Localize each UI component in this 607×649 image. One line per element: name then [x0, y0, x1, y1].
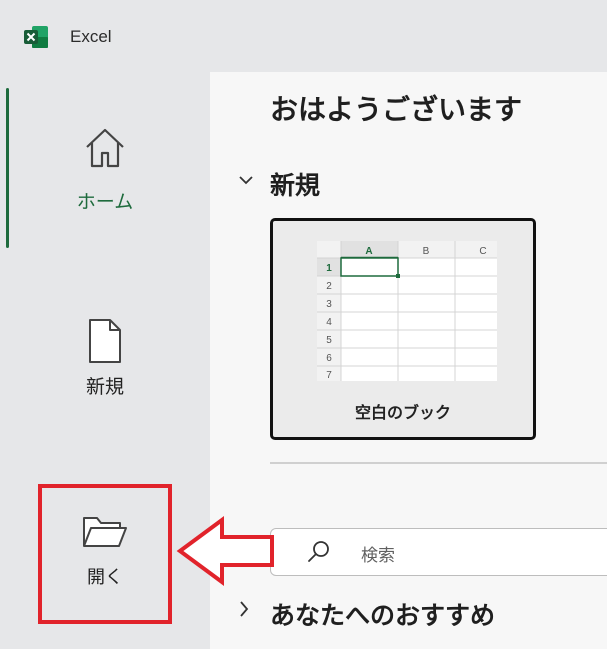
sidebar-item-label: 新規 [85, 376, 124, 398]
row-header: 4 [326, 317, 332, 328]
row-header: 5 [326, 335, 332, 346]
section-title-new[interactable]: 新規 [270, 166, 320, 202]
section-title-recommend[interactable]: あなたへのおすすめ [270, 596, 495, 632]
row-header: 7 [326, 370, 332, 381]
app-title: Excel [70, 27, 112, 46]
column-header: A [365, 246, 372, 257]
fill-handle [396, 274, 400, 278]
chevron-right-icon[interactable] [238, 600, 250, 618]
title-bar: Excel [0, 0, 607, 72]
column-header: B [423, 246, 430, 257]
greeting-heading: おはようございます [270, 93, 523, 126]
section-divider [270, 462, 607, 464]
new-document-icon [89, 319, 121, 363]
row-header: 3 [326, 299, 332, 310]
template-blank-workbook[interactable]: A B C 1 2 3 4 5 6 7 空白のブック [270, 218, 536, 440]
search-input[interactable]: 検索 [270, 528, 607, 576]
home-icon [86, 128, 124, 168]
chevron-down-icon[interactable] [238, 174, 254, 186]
spreadsheet-preview: A B C 1 2 3 4 5 6 7 [317, 241, 497, 381]
excel-logo-icon [24, 26, 48, 48]
column-header: C [479, 246, 486, 257]
search-icon [308, 541, 329, 562]
sidebar-item-label: ホーム [76, 191, 134, 213]
row-header: 6 [326, 353, 332, 364]
row-header: 1 [326, 263, 332, 274]
sidebar-item-new[interactable]: 新規 [0, 318, 210, 399]
highlight-box [38, 484, 172, 624]
sidebar-item-home[interactable]: ホーム [0, 125, 210, 214]
left-arrow-icon [176, 516, 274, 586]
template-label: 空白のブック [354, 403, 451, 422]
row-header: 2 [326, 281, 332, 292]
search-placeholder: 検索 [361, 546, 395, 566]
